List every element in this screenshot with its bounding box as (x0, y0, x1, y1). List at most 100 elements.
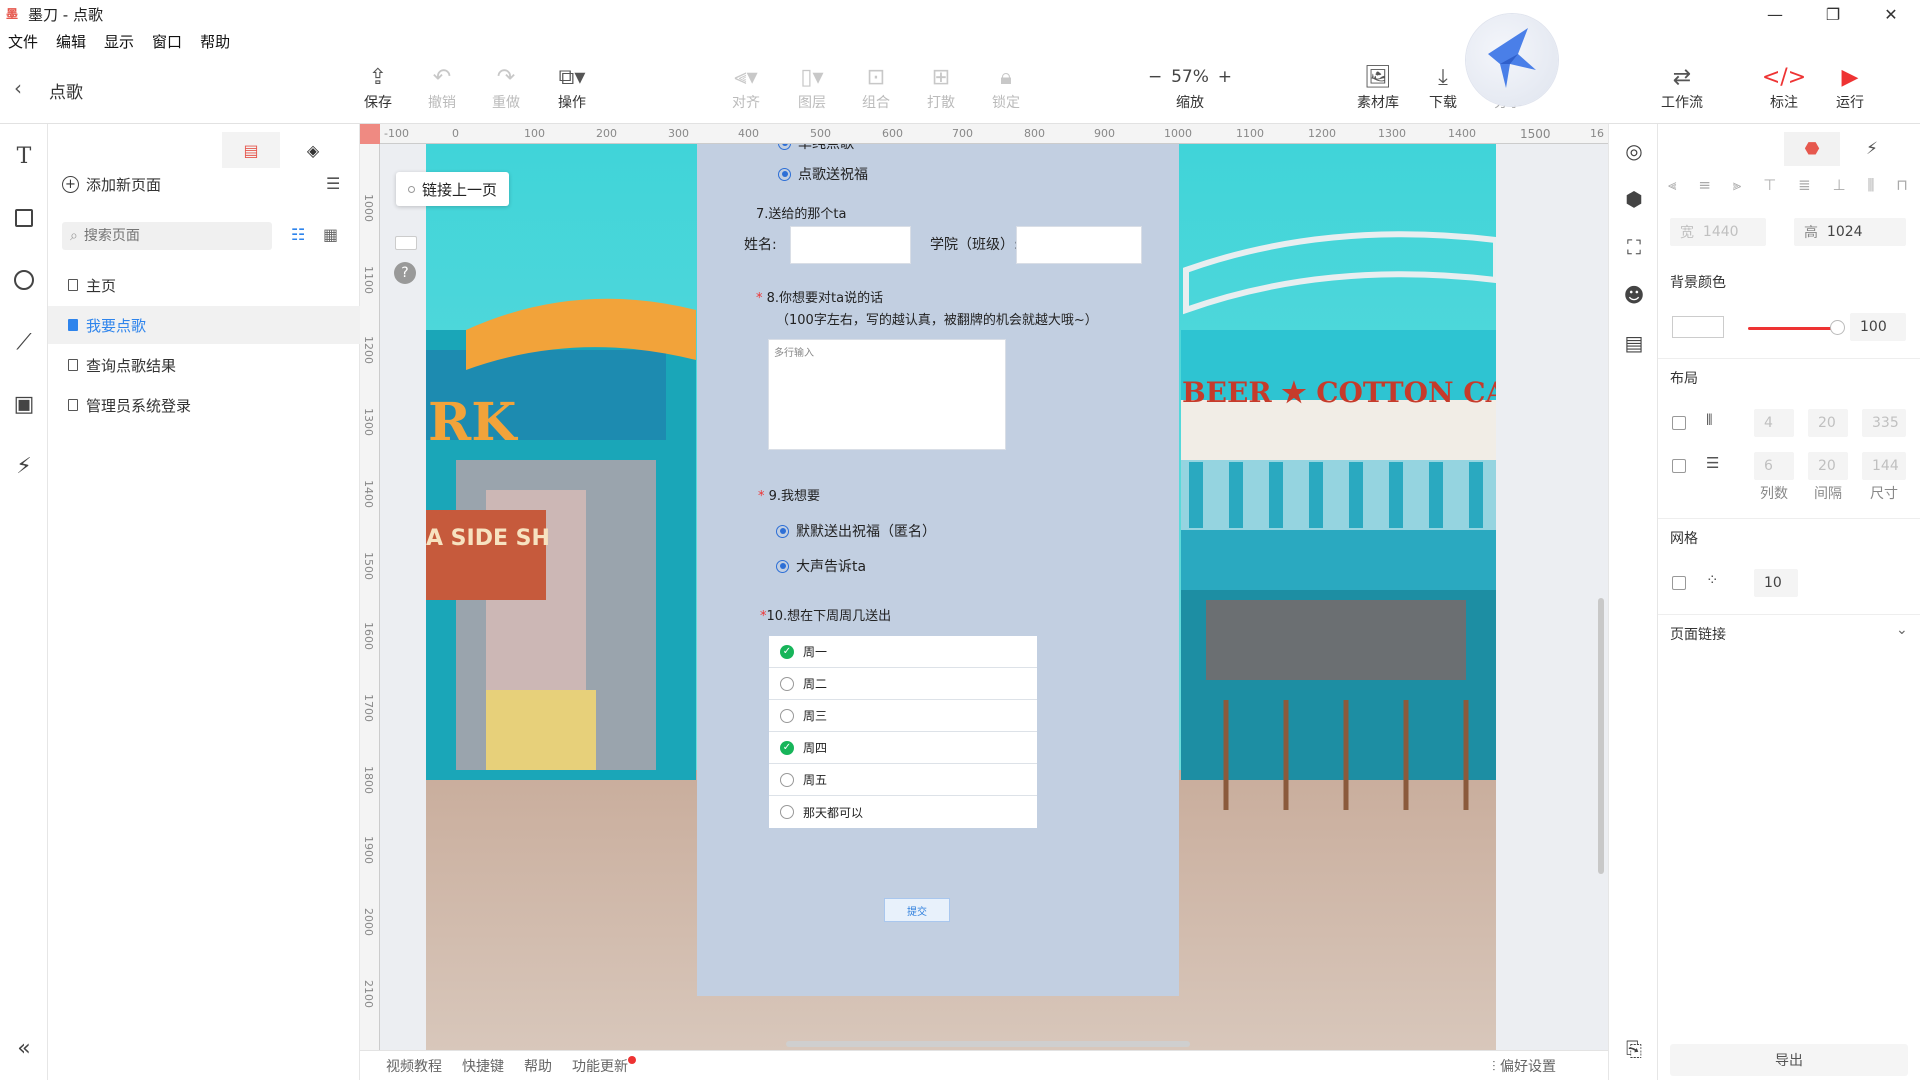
day-option-fri[interactable]: 周五 (769, 764, 1037, 796)
opacity-slider[interactable] (1748, 327, 1834, 330)
rows-count-field[interactable]: 6 (1754, 452, 1794, 480)
day-option-wed[interactable]: 周三 (769, 700, 1037, 732)
page-item-query[interactable]: 查询点歌结果 (48, 346, 360, 384)
radio-anonymous[interactable]: 默默送出祝福（匿名） (776, 521, 936, 541)
menu-edit[interactable]: 编辑 (56, 31, 86, 52)
day-option-thu[interactable]: ✓ 周四 (769, 732, 1037, 764)
help-icon[interactable]: ? (394, 262, 416, 284)
columns-gap-field[interactable]: 20 (1808, 409, 1848, 437)
grid-view-icon[interactable]: ▦ (323, 225, 338, 244)
bg-color-swatch[interactable] (1672, 316, 1724, 338)
operate-button[interactable]: ⧉▾ 操作 (542, 62, 602, 112)
align-left-icon[interactable]: ⫷ (1668, 176, 1676, 194)
undo-button[interactable]: ↶ 撤销 (412, 62, 472, 112)
sort-list-icon[interactable]: ☰ (326, 174, 340, 193)
college-input[interactable] (1016, 226, 1142, 264)
grid-checkbox[interactable] (1672, 576, 1686, 590)
vertical-scrollbar[interactable] (1598, 598, 1604, 874)
tab-layers[interactable]: ◈ (284, 132, 342, 168)
page-item-admin[interactable]: 管理员系统登录 (48, 386, 360, 424)
add-page-button[interactable]: + 添加新页面 (62, 174, 161, 195)
rectangle-tool-icon[interactable] (10, 204, 38, 232)
radio-tell-loudly[interactable]: 大声告诉ta (776, 556, 866, 576)
width-field[interactable]: 宽 1440 (1670, 218, 1766, 246)
workflow-button[interactable]: ⇄ 工作流 (1652, 62, 1712, 112)
minimize-button[interactable]: — (1746, 0, 1804, 28)
export-button[interactable]: 导出 (1670, 1044, 1908, 1076)
assets-button[interactable]: 🖼︎ 素材库 (1348, 62, 1408, 112)
tab-interaction[interactable]: ⚡ (1844, 132, 1900, 166)
save-button[interactable]: ⇪ 保存 (348, 62, 408, 112)
rows-gap-field[interactable]: 20 (1808, 452, 1848, 480)
distribute-v-icon[interactable]: ⊓ (1896, 176, 1908, 194)
list-view-icon[interactable]: ☷ (291, 225, 305, 244)
menu-view[interactable]: 显示 (104, 31, 134, 52)
download-button[interactable]: ⤓ 下载 (1413, 62, 1473, 112)
cube-icon[interactable]: ⬢ (1621, 186, 1647, 212)
day-option-tue[interactable]: 周二 (769, 668, 1037, 700)
clipboard-icon[interactable]: ⎘ (1621, 1036, 1647, 1062)
collapse-icon[interactable]: « (10, 1034, 38, 1062)
align-button[interactable]: ⫷▾ 对齐 (716, 62, 776, 112)
redo-button[interactable]: ↷ 重做 (476, 62, 536, 112)
zoom-out-button[interactable]: − (1148, 67, 1162, 87)
menu-file[interactable]: 文件 (8, 31, 38, 52)
menu-window[interactable]: 窗口 (152, 31, 182, 52)
page-item-song[interactable]: 我要点歌 (48, 306, 360, 344)
day-option-any[interactable]: 那天都可以 (769, 796, 1037, 828)
preferences-button[interactable]: ⫶ 偏好设置 (1492, 1056, 1556, 1076)
grid-size-field[interactable]: 10 (1754, 569, 1798, 597)
help-link[interactable]: 帮助 (524, 1056, 552, 1076)
line-tool-icon[interactable]: ⟋ (10, 328, 38, 356)
message-textarea[interactable]: 多行输入 (768, 339, 1006, 450)
align-center-h-icon[interactable]: ≡ (1698, 176, 1711, 194)
submit-button[interactable]: 提交 (884, 898, 950, 922)
target-icon[interactable]: ◎ (1621, 138, 1647, 164)
scan-icon[interactable]: ⛶ (1621, 234, 1647, 260)
columns-checkbox[interactable] (1672, 416, 1686, 430)
opacity-slider-knob[interactable] (1830, 320, 1845, 335)
day-option-mon[interactable]: ✓ 周一 (769, 636, 1037, 668)
restore-button[interactable]: ❐ (1804, 0, 1862, 28)
align-right-icon[interactable]: ⫸ (1733, 176, 1741, 194)
radio-song-wish[interactable]: 点歌送祝福 (778, 164, 868, 184)
align-top-icon[interactable]: ≣ (1798, 176, 1811, 194)
handle-icon[interactable] (395, 236, 417, 250)
page-item-home[interactable]: 主页 (48, 266, 360, 304)
page-link-label[interactable]: 页面链接 (1670, 624, 1726, 644)
opacity-field[interactable]: 100 (1850, 313, 1906, 341)
menu-help[interactable]: 帮助 (200, 31, 230, 52)
tab-style[interactable]: ⬣ (1784, 132, 1840, 166)
close-button[interactable]: ✕ (1862, 0, 1920, 28)
circle-tool-icon[interactable] (10, 266, 38, 294)
zoom-in-button[interactable]: + (1218, 67, 1232, 87)
height-field[interactable]: 高 1024 (1794, 218, 1906, 246)
columns-size-field[interactable]: 335 (1862, 409, 1906, 437)
updates-link[interactable]: 功能更新 (572, 1056, 628, 1076)
ungroup-button[interactable]: ⊞ 打散 (911, 62, 971, 112)
layer-button[interactable]: ▯▾ 图层 (782, 62, 842, 112)
tab-pages[interactable]: ▤ (222, 132, 280, 168)
lock-button[interactable]: 🔒︎ 锁定 (976, 62, 1036, 112)
align-bottom-icon[interactable]: ⊥ (1833, 176, 1846, 194)
shortcuts-link[interactable]: 快捷键 (462, 1056, 504, 1076)
link-previous-page-chip[interactable]: 链接上一页 (396, 172, 510, 206)
columns-count-field[interactable]: 4 (1754, 409, 1794, 437)
distribute-h-icon[interactable]: ⫼ (1868, 176, 1875, 194)
flash-tool-icon[interactable]: ⚡ (10, 452, 38, 480)
rows-size-field[interactable]: 144 (1862, 452, 1906, 480)
text-tool-icon[interactable]: T (10, 142, 38, 170)
chevron-down-icon[interactable]: ⌄ (1896, 622, 1908, 638)
image-tool-icon[interactable]: ▣ (10, 390, 38, 418)
name-input[interactable] (790, 226, 911, 264)
run-button[interactable]: ▶ 运行 (1820, 62, 1880, 112)
zoom-value[interactable]: 57% (1171, 67, 1209, 87)
smiley-icon[interactable]: ☻ (1621, 282, 1647, 308)
search-input[interactable] (83, 228, 244, 244)
group-button[interactable]: ⊡ 组合 (846, 62, 906, 112)
back-arrow-icon[interactable]: ‹ (14, 76, 22, 100)
video-tutorial-link[interactable]: 视频教程 (386, 1056, 442, 1076)
annotate-button[interactable]: </> 标注 (1754, 62, 1814, 112)
horizontal-scrollbar[interactable] (786, 1041, 1190, 1047)
rows-checkbox[interactable] (1672, 459, 1686, 473)
